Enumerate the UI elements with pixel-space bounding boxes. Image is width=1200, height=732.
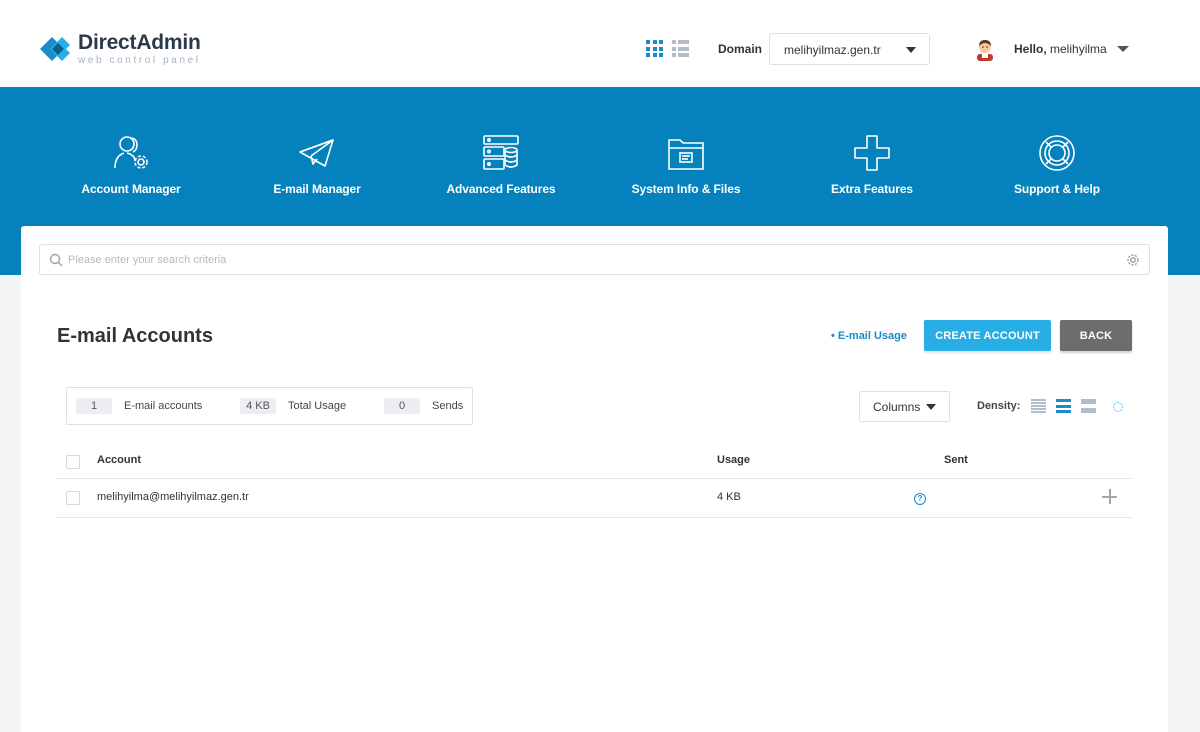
top-header: DirectAdmin web control panel Domain mel…: [0, 0, 1200, 87]
list-view-icon[interactable]: [672, 40, 689, 57]
nav-label: E-mail Manager: [273, 182, 361, 196]
users-gear-icon: [114, 136, 148, 169]
paper-plane-icon: [299, 139, 334, 167]
stat-sends-label: Sends: [432, 400, 464, 412]
expand-row-icon[interactable]: [1102, 489, 1117, 504]
search-input[interactable]: [68, 245, 1108, 274]
nav-label: Support & Help: [1014, 182, 1100, 196]
account-usage: 4 KB: [717, 491, 741, 503]
search-bar: [39, 244, 1150, 275]
logo-title: DirectAdmin: [78, 31, 201, 54]
server-database-icon: [483, 135, 519, 170]
density-compact-icon[interactable]: [1031, 399, 1046, 413]
plus-icon: [854, 135, 890, 171]
hello-prefix: Hello,: [1014, 42, 1047, 56]
username: melihyilma: [1050, 42, 1107, 56]
select-all-checkbox[interactable]: [66, 455, 80, 469]
nav-advanced-features[interactable]: Advanced Features: [411, 134, 591, 196]
chevron-down-icon: [926, 404, 936, 410]
nav-label: System Info & Files: [631, 182, 741, 196]
nav-label: Extra Features: [831, 182, 913, 196]
density-label: Density:: [977, 400, 1021, 412]
lifebuoy-icon: [1039, 135, 1075, 171]
search-icon: [49, 253, 63, 267]
table-row[interactable]: melihyilma@melihyilmaz.gen.tr 4 KB ?: [57, 479, 1132, 518]
nav-email-manager[interactable]: E-mail Manager: [227, 134, 407, 196]
help-icon[interactable]: ?: [914, 493, 926, 505]
columns-label: Columns: [873, 399, 921, 414]
density-regular-icon[interactable]: [1056, 399, 1071, 413]
nav-system-info-files[interactable]: System Info & Files: [596, 134, 776, 196]
stat-sends-count: 0: [384, 398, 420, 414]
domain-select[interactable]: melihyilmaz.gen.tr: [769, 33, 930, 65]
nav-label: Advanced Features: [446, 182, 556, 196]
logo-subtitle: web control panel: [78, 55, 201, 66]
domain-label: Domain: [718, 42, 763, 56]
directadmin-logo-icon: [40, 37, 70, 61]
gear-icon[interactable]: [1126, 253, 1140, 267]
row-checkbox[interactable]: [66, 491, 80, 505]
columns-dropdown[interactable]: Columns: [859, 391, 950, 422]
stat-email-accounts-label: E-mail accounts: [124, 400, 203, 412]
page-title: E-mail Accounts: [57, 325, 213, 347]
column-header-usage[interactable]: Usage: [717, 454, 750, 466]
nav-extra-features[interactable]: Extra Features: [782, 134, 962, 196]
chevron-down-icon: [1116, 46, 1129, 52]
nav-account-manager[interactable]: Account Manager: [41, 134, 221, 196]
stat-email-accounts-count: 1: [76, 398, 112, 414]
directadmin-logo[interactable]: DirectAdmin web control panel: [38, 30, 201, 68]
stat-total-usage-label: Total Usage: [288, 400, 347, 412]
content-card: E-mail Accounts • E-mail Usage CREATE AC…: [21, 226, 1168, 732]
table-header: Account Usage Sent: [57, 447, 1132, 479]
column-header-sent[interactable]: Sent: [944, 454, 968, 466]
back-button[interactable]: BACK: [1060, 320, 1132, 351]
account-email[interactable]: melihyilma@melihyilmaz.gen.tr: [97, 491, 249, 503]
nav-support-help[interactable]: Support & Help: [967, 134, 1147, 196]
user-menu[interactable]: Hello, melihyilma: [974, 37, 1129, 61]
nav-label: Account Manager: [81, 182, 181, 196]
column-header-account[interactable]: Account: [97, 454, 141, 466]
email-usage-link[interactable]: • E-mail Usage: [831, 330, 907, 342]
domain-select-value: melihyilmaz.gen.tr: [784, 43, 881, 57]
grid-view-icon[interactable]: [646, 40, 663, 57]
density-comfortable-icon[interactable]: [1081, 399, 1096, 413]
stat-total-usage-value: 4 KB: [240, 398, 276, 414]
folder-icon: [668, 139, 704, 170]
view-toggle: [646, 40, 689, 57]
chevron-down-icon: [906, 47, 916, 53]
create-account-button[interactable]: CREATE ACCOUNT: [924, 320, 1051, 351]
avatar: [977, 40, 993, 61]
refresh-icon[interactable]: [1113, 402, 1123, 412]
stats-summary: 1 E-mail accounts 4 KB Total Usage 0 Sen…: [66, 387, 473, 425]
